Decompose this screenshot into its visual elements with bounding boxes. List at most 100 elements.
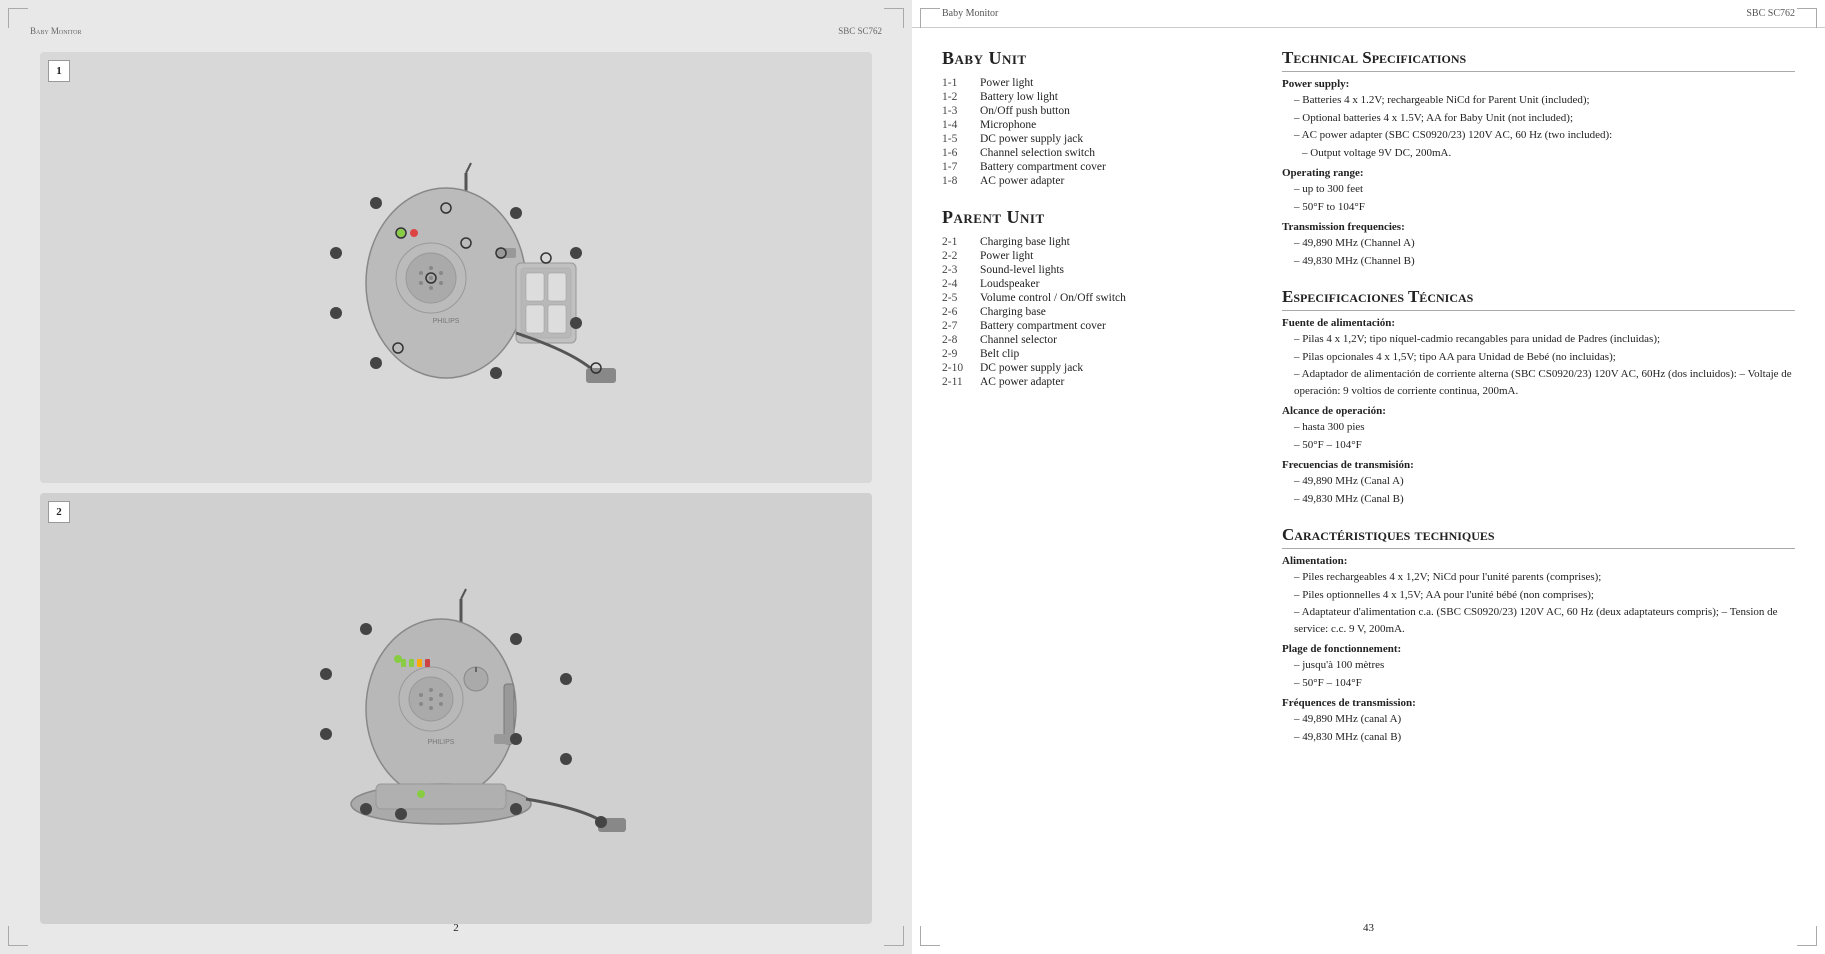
parent-unit-list-item: 2-11 AC power adapter (942, 376, 1222, 388)
item-num: 2-7 (942, 320, 970, 332)
item-num: 1-2 (942, 91, 970, 103)
especificaciones-section: Especificaciones Técnicas Fuente de alim… (1282, 287, 1795, 507)
item-num: 1-8 (942, 175, 970, 187)
item-num: 2-3 (942, 264, 970, 276)
frequences-item-2: 49,830 MHz (canal B) (1282, 729, 1795, 746)
operating-range-subtitle: Operating range: (1282, 167, 1795, 179)
fuente-item-2: Pilas opcionales 4 x 1,5V; tipo AA para … (1282, 349, 1795, 366)
baby-unit-list-item: 1-5 DC power supply jack (942, 133, 1222, 145)
item-num: 2-11 (942, 376, 970, 388)
item-label: Loudspeaker (980, 278, 1039, 290)
caracteristiques-section: Caractéristiques techniques Alimentation… (1282, 525, 1795, 745)
item-label: Battery compartment cover (980, 320, 1106, 332)
left-page-number: 2 (453, 922, 459, 934)
item-label: Power light (980, 77, 1033, 89)
parent-unit-list-item: 2-6 Charging base (942, 306, 1222, 318)
corner-mark-br (884, 926, 904, 946)
item-num: 2-10 (942, 362, 970, 374)
image2-number: 2 (48, 501, 70, 523)
baby-unit-image-box: 1 PHILIPS (40, 52, 872, 483)
parent-unit-list-item: 2-8Channel selector (942, 334, 1222, 346)
item-num: 2-2 (942, 250, 970, 262)
item-label: Battery low light (980, 91, 1058, 103)
baby-unit-list: 1-1 Power light 1-2 Battery low light 1-3On/… (942, 77, 1222, 187)
right-content: Baby Unit 1-1 Power light 1-2 Battery low l… (912, 28, 1825, 954)
item-num: 1-4 (942, 119, 970, 131)
corner-mark-bl (8, 926, 28, 946)
parent-unit-list-item: 2-4 Loudspeaker (942, 278, 1222, 290)
item-num: 1-7 (942, 161, 970, 173)
trans-item-2: 49,830 MHz (Channel B) (1282, 253, 1795, 270)
range-item-1: up to 300 feet (1282, 181, 1795, 198)
baby-unit-list-item: 1-8 AC power adapter (942, 175, 1222, 187)
image1-number: 1 (48, 60, 70, 82)
baby-unit-list-item: 1-6 Channel selection switch (942, 147, 1222, 159)
alcance-subtitle: Alcance de operación: (1282, 405, 1795, 417)
right-corner-br (1797, 926, 1817, 946)
right-right-column: Technical Specifications Power supply: B… (1252, 28, 1825, 954)
frequences-item-1: 49,890 MHz (canal A) (1282, 711, 1795, 728)
parent-unit-list-item: 2-2 Power light (942, 250, 1222, 262)
baby-unit-svg: PHILIPS (246, 153, 666, 383)
item-num: 1-5 (942, 133, 970, 145)
parent-unit-list: 2-1 Charging base light 2-2 Power light 2-3 S… (942, 236, 1222, 388)
item-label: Charging base light (980, 236, 1070, 248)
parent-unit-section: Parent Unit 2-1 Charging base light 2-2 Pow… (942, 207, 1222, 388)
fuente-item-3: Adaptador de alimentación de corriente a… (1282, 366, 1795, 399)
item-label: On/Off push button (980, 105, 1070, 117)
baby-unit-title: Baby Unit (942, 48, 1222, 69)
baby-unit-list-item: 1-7Battery compartment cover (942, 161, 1222, 173)
item-num: 1-1 (942, 77, 970, 89)
images-container: 1 PHILIPS (20, 42, 892, 934)
frec-subtitle: Frecuencias de transmisión: (1282, 459, 1795, 471)
item-num: 2-4 (942, 278, 970, 290)
item-num: 1-6 (942, 147, 970, 159)
item-label: Volume control / On/Off switch (980, 292, 1126, 304)
right-header-brand: Baby Monitor (942, 8, 998, 19)
parent-unit-title: Parent Unit (942, 207, 1222, 228)
item-label: Sound-level lights (980, 264, 1064, 276)
item-label: Power light (980, 250, 1033, 262)
especificaciones-title: Especificaciones Técnicas (1282, 287, 1795, 311)
right-corner-bl (920, 926, 940, 946)
trans-item-1: 49,890 MHz (Channel A) (1282, 235, 1795, 252)
item-label: DC power supply jack (980, 133, 1083, 145)
right-left-column: Baby Unit 1-1 Power light 1-2 Battery low l… (912, 28, 1252, 954)
baby-unit-list-item: 1-2 Battery low light (942, 91, 1222, 103)
range-item-2: 50°F to 104°F (1282, 199, 1795, 216)
caracteristiques-title: Caractéristiques techniques (1282, 525, 1795, 549)
alimentation-subtitle: Alimentation: (1282, 555, 1795, 567)
right-corner-tr (1797, 8, 1817, 28)
plage-item-2: 50°F – 104°F (1282, 675, 1795, 692)
item-label: AC power adapter (980, 175, 1064, 187)
item-num: 2-6 (942, 306, 970, 318)
parent-unit-svg: PHILIPS (246, 584, 666, 834)
baby-unit-list-item: 1-1 Power light (942, 77, 1222, 89)
fuente-item-1: Pilas 4 x 1,2V; tipo níquel-cadmio recan… (1282, 331, 1795, 348)
item-label: Channel selector (980, 334, 1057, 346)
frec-item-1: 49,890 MHz (Canal A) (1282, 473, 1795, 490)
technical-specs-section: Technical Specifications Power supply: B… (1282, 48, 1795, 269)
baby-unit-list-item: 1-3On/Off push button (942, 105, 1222, 117)
technical-specs-title: Technical Specifications (1282, 48, 1795, 72)
alimentation-item-1: Piles rechargeables 4 x 1,2V; NiCd pour … (1282, 569, 1795, 586)
item-num: 2-9 (942, 348, 970, 360)
alimentation-item-3: Adaptateur d'alimentation c.a. (SBC CS09… (1282, 604, 1795, 637)
power-item-2: Optional batteries 4 x 1.5V; AA for Baby… (1282, 110, 1795, 127)
plage-subtitle: Plage de fonctionnement: (1282, 643, 1795, 655)
right-page: Baby Monitor SBC SC762 Baby Unit 1-1Powe… (912, 0, 1825, 954)
item-num: 2-1 (942, 236, 970, 248)
svg-text:PHILIPS: PHILIPS (428, 739, 455, 746)
parent-unit-list-item: 2-3 Sound-level lights (942, 264, 1222, 276)
baby-unit-section: Baby Unit 1-1 Power light 1-2 Battery low l… (942, 48, 1222, 187)
right-corner-tl (920, 8, 940, 28)
left-header: Baby Monitor SBC SC762 (20, 20, 892, 42)
left-header-model: SBC SC762 (838, 26, 882, 36)
alimentation-item-2: Piles optionnelles 4 x 1,5V; AA pour l'u… (1282, 587, 1795, 604)
item-label: Channel selection switch (980, 147, 1095, 159)
item-label: AC power adapter (980, 376, 1064, 388)
corner-mark-tr (884, 8, 904, 28)
alcance-item-2: 50°F – 104°F (1282, 437, 1795, 454)
item-label: Charging base (980, 306, 1046, 318)
left-page: Baby Monitor SBC SC762 1 (0, 0, 912, 954)
